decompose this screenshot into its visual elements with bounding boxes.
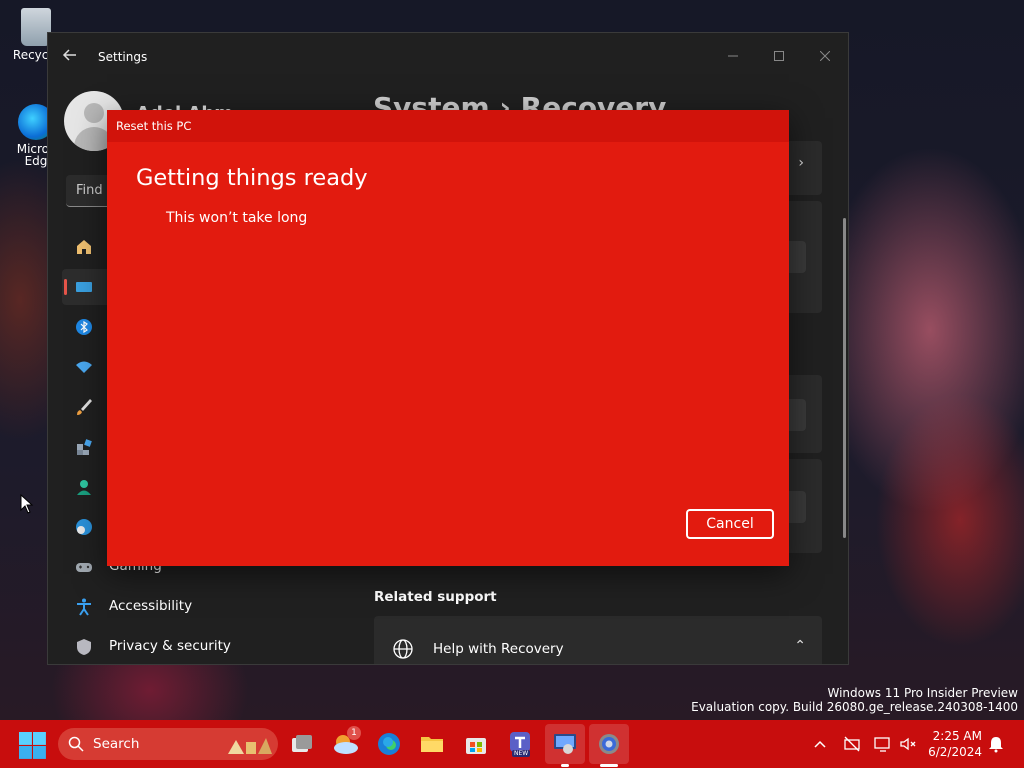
apps-icon (77, 439, 92, 455)
dialog-title: Reset this PC (116, 119, 192, 133)
taskbar-weather-widget[interactable]: 1 (331, 726, 361, 760)
taskbar-clock[interactable]: 2:25 AM 6/2/2024 (922, 728, 982, 760)
search-label: Search (93, 736, 140, 752)
evaluation-watermark: Windows 11 Pro Insider Preview Evaluatio… (691, 686, 1018, 714)
chevron-right-icon: › (798, 155, 804, 171)
sidebar-item-label: Accessibility (109, 598, 193, 614)
display-icon[interactable] (873, 734, 893, 754)
sidebar-item-label: Privacy & security (109, 638, 231, 654)
bluetooth-icon (76, 319, 92, 335)
sidebar-item-privacy[interactable]: Privacy & security (62, 629, 352, 664)
related-support-heading: Related support (374, 589, 497, 605)
remote-desktop-icon[interactable] (551, 730, 579, 758)
search-icon (68, 736, 84, 752)
help-card-label: Help with Recovery (433, 641, 564, 657)
mouse-cursor-icon (20, 494, 34, 514)
volume-muted-icon[interactable] (898, 734, 918, 754)
teams-new-badge: NEW (512, 750, 531, 757)
close-button[interactable] (802, 41, 848, 73)
minimize-button[interactable] (710, 41, 756, 73)
search-highlight-icon (228, 738, 272, 754)
shield-icon (77, 639, 91, 655)
scrollbar[interactable] (843, 218, 846, 538)
wifi-icon (76, 361, 92, 373)
home-icon (77, 240, 91, 254)
gamepad-icon (76, 563, 92, 572)
dialog-subtext: This won’t take long (166, 210, 308, 226)
microsoft-store-icon[interactable] (462, 730, 490, 758)
minimize-icon (728, 55, 738, 57)
watermark-line-1: Windows 11 Pro Insider Preview (827, 686, 1018, 700)
teams-app[interactable]: NEW (506, 728, 536, 760)
dialog-heading: Getting things ready (136, 165, 368, 191)
clock-globe-icon (76, 519, 92, 535)
cancel-button[interactable]: Cancel (686, 509, 774, 539)
accessibility-icon (77, 598, 91, 616)
taskbar-search-box[interactable]: Search (58, 728, 278, 760)
maximize-icon (774, 51, 784, 61)
chevron-up-icon[interactable] (810, 734, 830, 754)
paintbrush-icon (77, 399, 92, 415)
monitor-icon (76, 282, 92, 292)
watermark-line-2: Evaluation copy. Build 26080.ge_release.… (691, 700, 1018, 714)
weather-badge: 1 (347, 726, 361, 740)
taskbar: Search 1 NEW 2:25 AM 6/2/2024 (0, 720, 1024, 768)
reset-pc-dialog: Reset this PC Getting things ready This … (107, 110, 789, 566)
chevron-up-icon[interactable]: ⌃ (794, 638, 806, 654)
sidebar-item-accessibility[interactable]: Accessibility (62, 589, 352, 625)
clock-date: 6/2/2024 (928, 745, 982, 759)
window-title: Settings (98, 50, 148, 64)
back-arrow-icon (62, 49, 76, 61)
dialog-title-bar: Reset this PC (107, 110, 789, 142)
title-bar: Settings (48, 33, 848, 81)
edge-icon[interactable] (375, 730, 403, 758)
file-explorer-icon[interactable] (418, 730, 446, 758)
help-with-recovery-card[interactable]: Help with Recovery ⌃ (374, 616, 822, 664)
running-indicator (600, 764, 618, 767)
network-disconnected-icon[interactable] (842, 734, 862, 754)
back-button[interactable] (62, 47, 82, 67)
notification-bell-icon[interactable] (986, 734, 1006, 754)
clock-time: 2:25 AM (932, 729, 982, 743)
maximize-button[interactable] (756, 41, 802, 73)
start-windows-icon[interactable] (19, 732, 47, 760)
task-view-icon[interactable] (288, 730, 316, 758)
settings-gear-icon[interactable] (595, 730, 623, 758)
person-icon (77, 480, 91, 495)
running-indicator (561, 764, 569, 767)
close-icon (819, 50, 831, 62)
globe-icon (393, 639, 413, 659)
